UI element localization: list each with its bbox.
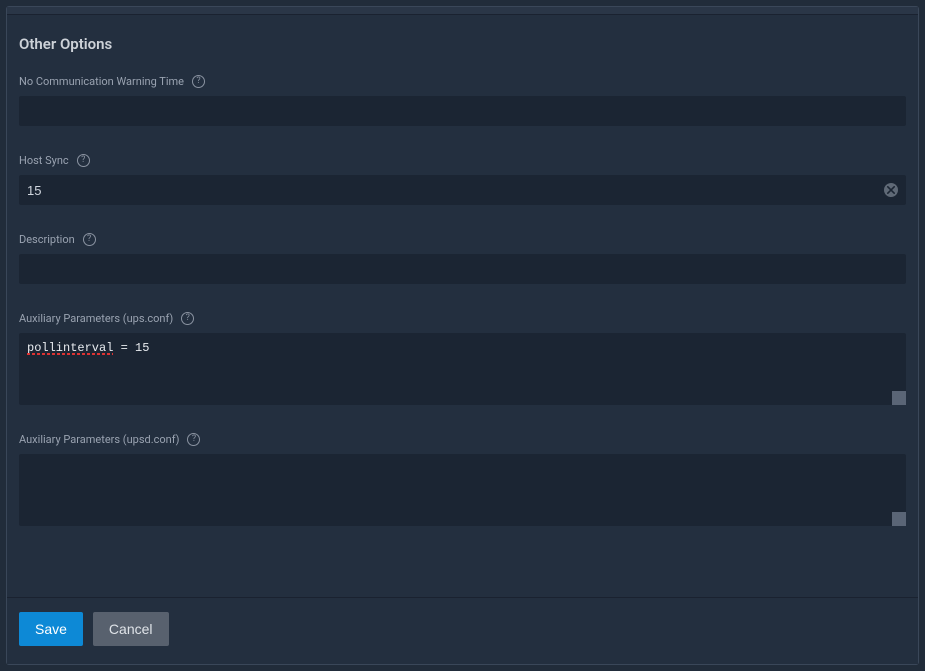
field-hostsync: Host Sync ? (19, 154, 906, 205)
help-icon[interactable]: ? (77, 154, 90, 167)
cancel-button[interactable]: Cancel (93, 612, 169, 646)
section-title: Other Options (19, 35, 906, 53)
resize-handle[interactable] (892, 391, 906, 405)
aux-upsd-label: Auxiliary Parameters (upsd.conf) (19, 433, 179, 446)
save-button[interactable]: Save (19, 612, 83, 646)
panel-divider (7, 7, 918, 15)
field-aux-ups: Auxiliary Parameters (ups.conf) ? (19, 312, 906, 405)
clear-icon[interactable] (884, 183, 898, 197)
nocomm-input[interactable] (19, 96, 906, 126)
aux-ups-textarea[interactable] (19, 333, 906, 405)
help-icon[interactable]: ? (187, 433, 200, 446)
aux-upsd-textarea[interactable] (19, 454, 906, 526)
help-icon[interactable]: ? (83, 233, 96, 246)
nocomm-label: No Communication Warning Time (19, 75, 184, 88)
description-label: Description (19, 233, 75, 246)
help-icon[interactable]: ? (192, 75, 205, 88)
other-options-section: Other Options No Communication Warning T… (7, 15, 918, 597)
description-input[interactable] (19, 254, 906, 284)
hostsync-label: Host Sync (19, 154, 69, 167)
settings-panel: Other Options No Communication Warning T… (6, 6, 919, 665)
button-bar: Save Cancel (7, 597, 918, 664)
aux-ups-label: Auxiliary Parameters (ups.conf) (19, 312, 173, 325)
help-icon[interactable]: ? (181, 312, 194, 325)
field-nocomm: No Communication Warning Time ? (19, 75, 906, 126)
hostsync-input[interactable] (19, 175, 906, 205)
field-aux-upsd: Auxiliary Parameters (upsd.conf) ? (19, 433, 906, 526)
resize-handle[interactable] (892, 512, 906, 526)
field-description: Description ? (19, 233, 906, 284)
